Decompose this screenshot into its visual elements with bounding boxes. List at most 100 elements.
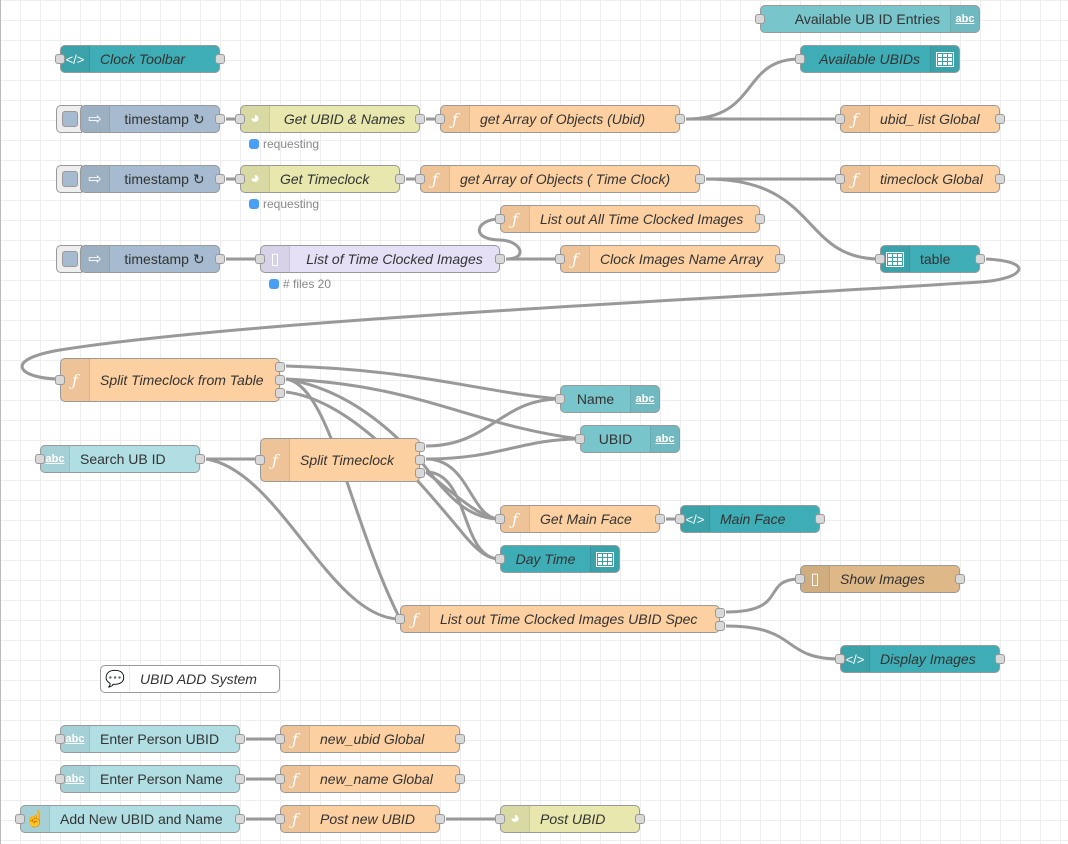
node-new-ubid-global[interactable]: ƒ new_ubid Global [275,725,465,753]
node-timeclock-global[interactable]: ƒ timeclock Global [835,165,1005,193]
input-port[interactable] [835,654,845,664]
node-name[interactable]: Name abc [555,385,660,413]
node-get-timeclock[interactable]: ◕ Get Timeclock [235,165,405,193]
output-port[interactable] [955,574,965,584]
input-port[interactable] [875,254,885,264]
node-inject-timestamp-1[interactable]: ⇨ timestamp ↻ [80,105,225,133]
input-port[interactable] [675,514,685,524]
node-get-array-ubid[interactable]: ƒ get Array of Objects (Ubid) [435,105,685,133]
input-port[interactable] [255,455,265,465]
node-comment-ubid-add-system[interactable]: 💬 UBID ADD System [100,665,280,693]
output-port[interactable] [235,814,245,824]
output-port[interactable] [995,114,1005,124]
node-show-images[interactable]: ▯ Show Images [795,565,965,593]
node-day-time[interactable]: Day Time [495,545,620,573]
output-port-2[interactable] [275,375,285,385]
output-port[interactable] [995,174,1005,184]
node-get-array-timeclock[interactable]: ƒ get Array of Objects ( Time Clock) [415,165,705,193]
output-port[interactable] [775,254,785,264]
output-port[interactable] [995,654,1005,664]
input-port[interactable] [55,54,65,64]
input-port[interactable] [15,814,25,824]
node-display-images[interactable]: </> Display Images [835,645,1005,673]
output-port[interactable] [675,114,685,124]
input-port[interactable] [435,114,445,124]
node-list-all-images[interactable]: ƒ List out All Time Clocked Images [495,205,765,233]
output-port[interactable] [635,814,645,824]
input-port[interactable] [55,734,65,744]
output-port-2[interactable] [715,621,725,631]
input-port[interactable] [575,434,585,444]
node-list-images-ubid-spec[interactable]: ƒ List out Time Clocked Images UBID Spec [395,605,725,633]
node-add-new-ubid-and-name[interactable]: ☝ Add New UBID and Name [15,805,245,833]
node-get-main-face[interactable]: ƒ Get Main Face [495,505,665,533]
output-port[interactable] [215,54,225,64]
inject-trigger-button[interactable] [56,105,82,133]
input-port[interactable] [555,394,565,404]
output-port[interactable] [655,514,665,524]
inject-trigger-button[interactable] [56,165,82,193]
node-ubid[interactable]: UBID abc [575,425,680,453]
input-port[interactable] [275,734,285,744]
input-port[interactable] [235,174,245,184]
node-clock-toolbar[interactable]: </> Clock Toolbar [55,45,225,73]
output-port[interactable] [695,174,705,184]
output-port[interactable] [235,734,245,744]
input-port[interactable] [35,454,45,464]
node-list-time-clocked-images[interactable]: ▯ List of Time Clocked Images [255,245,505,273]
output-port[interactable] [435,814,445,824]
node-main-face[interactable]: </> Main Face [675,505,825,533]
node-available-ubids[interactable]: Available UBIDs [795,45,960,73]
input-port[interactable] [755,14,765,24]
input-port[interactable] [255,254,265,264]
output-port-1[interactable] [715,608,725,618]
input-port[interactable] [275,774,285,784]
input-port[interactable] [495,214,505,224]
output-port[interactable] [415,114,425,124]
output-port[interactable] [755,214,765,224]
input-port[interactable] [395,614,405,624]
input-port[interactable] [275,814,285,824]
input-port[interactable] [495,814,505,824]
output-port-2[interactable] [415,455,425,465]
output-port-1[interactable] [415,442,425,452]
input-port[interactable] [495,554,505,564]
input-port[interactable] [835,174,845,184]
input-port[interactable] [555,254,565,264]
node-clock-images-name-array[interactable]: ƒ Clock Images Name Array [555,245,785,273]
output-port[interactable] [215,114,225,124]
node-enter-person-ubid[interactable]: abc Enter Person UBID [55,725,245,753]
node-ubid-list-global[interactable]: ƒ ubid_ list Global [835,105,1005,133]
node-inject-timestamp-3[interactable]: ⇨ timestamp ↻ [80,245,225,273]
output-port[interactable] [215,254,225,264]
output-port-1[interactable] [275,362,285,372]
node-inject-timestamp-2[interactable]: ⇨ timestamp ↻ [80,165,225,193]
input-port[interactable] [415,174,425,184]
inject-trigger-button[interactable] [56,245,82,273]
node-post-ubid[interactable]: ◕ Post UBID [495,805,645,833]
node-search-ub-id[interactable]: abc Search UB ID [35,445,205,473]
node-post-new-ubid[interactable]: ƒ Post new UBID [275,805,445,833]
node-table[interactable]: table [875,245,985,273]
input-port[interactable] [55,774,65,784]
output-port[interactable] [395,174,405,184]
input-port[interactable] [835,114,845,124]
input-port[interactable] [795,574,805,584]
output-port[interactable] [815,514,825,524]
node-enter-person-name[interactable]: abc Enter Person Name [55,765,245,793]
input-port[interactable] [235,114,245,124]
node-split-timeclock-from-table[interactable]: ƒ Split Timeclock from Table [55,358,285,402]
output-port[interactable] [215,174,225,184]
output-port[interactable] [195,454,205,464]
output-port[interactable] [975,254,985,264]
node-available-ub-id-entries[interactable]: Available UB ID Entries abc [755,5,980,33]
input-port[interactable] [795,54,805,64]
input-port[interactable] [55,375,65,385]
node-new-name-global[interactable]: ƒ new_name Global [275,765,465,793]
output-port[interactable] [455,774,465,784]
output-port[interactable] [235,774,245,784]
output-port[interactable] [495,254,505,264]
node-get-ubid-names[interactable]: ◕ Get UBID & Names [235,105,425,133]
node-split-timeclock[interactable]: ƒ Split Timeclock [255,438,425,482]
output-port-3[interactable] [415,468,425,478]
